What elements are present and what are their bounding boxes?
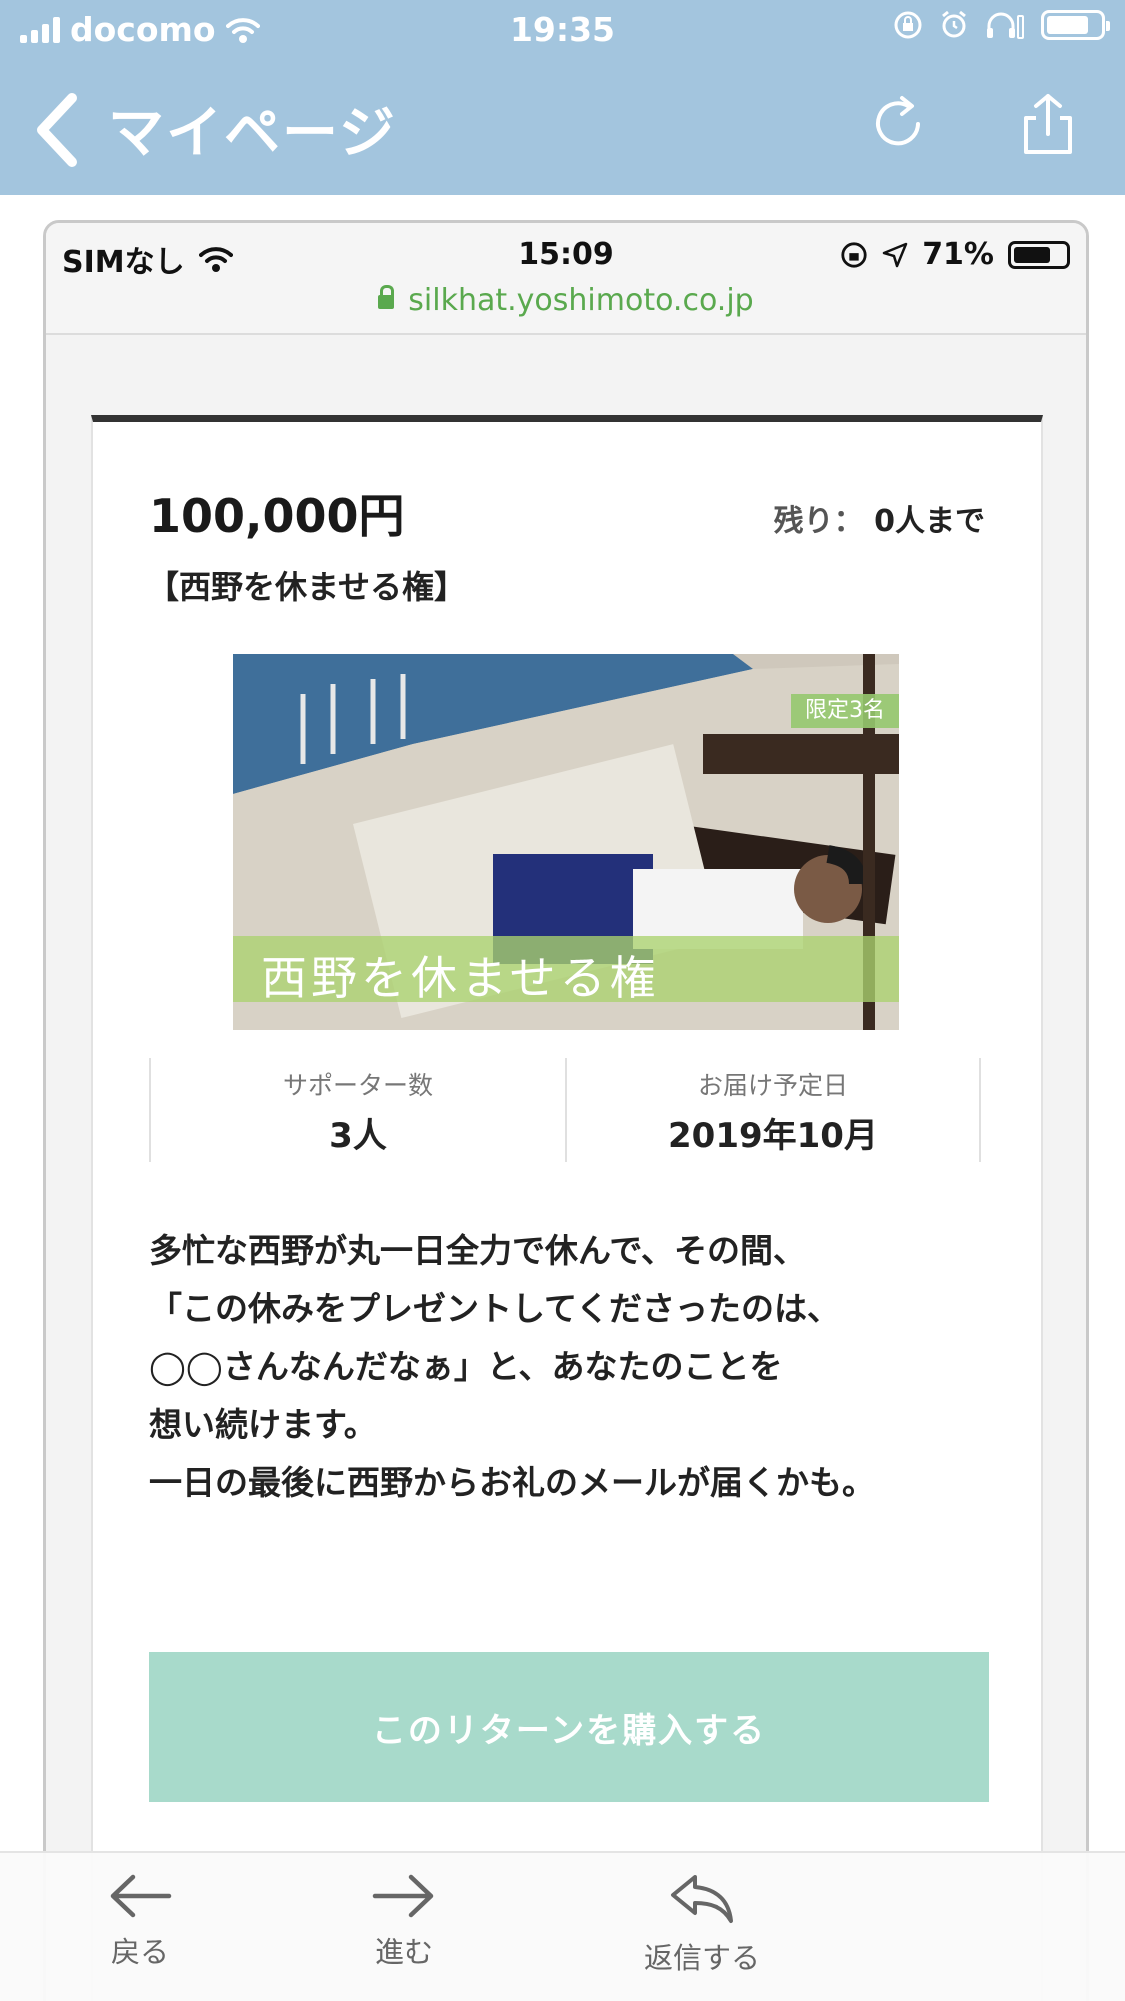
reward-stats: サポーター数 3人 お届け予定日 2019年10月 [149, 1058, 989, 1162]
description-line: ◯◯さんなんだなぁ」と、あなたのことを [149, 1347, 783, 1386]
remaining-value: 0人まで [874, 504, 985, 539]
description-line: 多忙な西野が丸一日全力で休んで、その間、 [149, 1231, 807, 1270]
image-caption: 西野を休ませる権 [261, 951, 660, 1005]
battery-icon [1008, 240, 1070, 269]
reload-icon[interactable] [870, 92, 930, 156]
embedded-screenshot: SIMなし 15:09 71% silkhat.yoshimoto.co.jp … [43, 220, 1089, 2001]
headphones-icon [987, 12, 1024, 39]
inner-status-bar: SIMなし 15:09 71% [46, 233, 1086, 280]
image-caption-band: 西野を休ませる権 [233, 936, 899, 1005]
reward-image: 限定3名 西野を休ませる権 [233, 654, 899, 1030]
stat-label: サポーター数 [282, 1071, 433, 1100]
reply-button[interactable]: 返信する [602, 1863, 802, 1993]
bottom-toolbar: 戻る 進む 返信する [0, 1851, 1125, 2001]
reply-label: 返信する [643, 1941, 760, 1975]
alarm-icon [942, 10, 966, 38]
inner-battery-percent: 71% [922, 237, 994, 272]
rotation-lock-icon [841, 241, 867, 268]
url-text: silkhat.yoshimoto.co.jp [408, 283, 754, 318]
reward-description: 多忙な西野が丸一日全力で休んで、その間、 「この休みをプレゼントしてくださったの… [149, 1222, 989, 1512]
host-nav-bar: マイページ [0, 70, 1125, 180]
stat-value: 2019年10月 [668, 1116, 878, 1156]
reward-title: 【西野を休ませる権】 [147, 568, 467, 606]
supporters-stat: サポーター数 3人 [149, 1058, 565, 1162]
reward-card: 100,000円 残り： 0人まで 【西野を休ませる権】 限定3名 西野を休ませ… [91, 415, 1043, 2001]
forward-label: 進む [374, 1935, 433, 1969]
host-header: docomo 19:35 マイページ [0, 0, 1125, 195]
rotation-lock-icon [894, 11, 922, 39]
inner-status-right: 71% [840, 237, 1070, 272]
stat-value: 3人 [329, 1116, 387, 1156]
delivery-date-stat: お届け予定日 2019年10月 [565, 1058, 981, 1162]
stat-label: お届け予定日 [697, 1071, 848, 1100]
forward-button[interactable]: 進む [304, 1863, 504, 1993]
lock-icon [378, 285, 395, 309]
arrow-right-icon [372, 1874, 434, 1918]
reward-price: 100,000円 [149, 489, 405, 543]
back-label: 戻る [110, 1935, 169, 1969]
address-bar[interactable]: silkhat.yoshimoto.co.jp [46, 283, 1086, 318]
remaining-count: 残り： 0人まで [774, 496, 985, 540]
remaining-label: 残り： [773, 504, 864, 539]
purchase-reward-button[interactable]: このリターンを購入する [149, 1652, 989, 1802]
chevron-left-icon[interactable] [28, 90, 88, 170]
back-button[interactable]: 戻る [40, 1863, 240, 1993]
status-right [893, 10, 1110, 40]
arrow-left-icon [110, 1874, 172, 1918]
description-line: 想い続けます。 [149, 1405, 377, 1444]
limited-badge: 限定3名 [791, 694, 899, 728]
location-arrow-icon [882, 242, 908, 267]
description-line: 「この休みをプレゼントしてくださったのは、 [149, 1289, 841, 1328]
description-line: 一日の最後に西野からお礼のメールが届くかも。 [149, 1463, 875, 1502]
reply-icon [671, 1875, 733, 1923]
nav-title: マイページ [108, 101, 397, 166]
browser-header: SIMなし 15:09 71% silkhat.yoshimoto.co.jp [46, 223, 1086, 335]
battery-icon [1041, 10, 1110, 40]
share-icon[interactable] [1018, 92, 1078, 156]
device-status-bar: docomo 19:35 [0, 0, 1125, 60]
